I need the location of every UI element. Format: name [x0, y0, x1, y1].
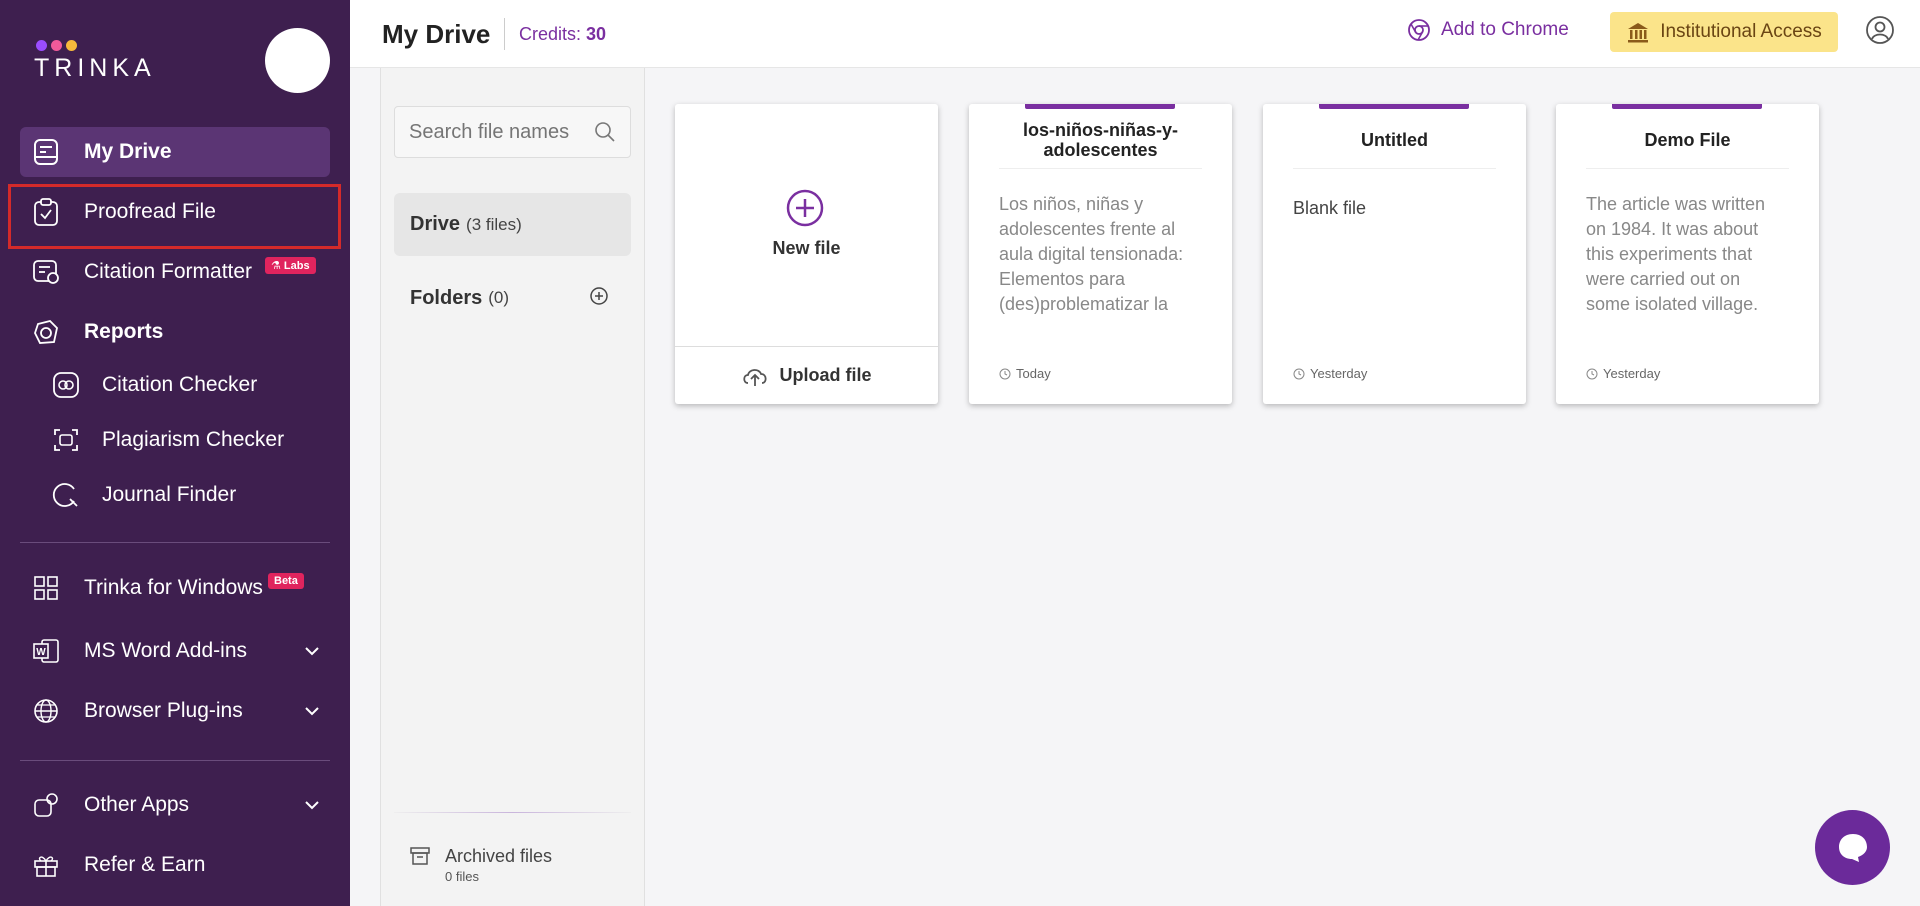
archived-files[interactable]: Archived files 0 files: [409, 846, 552, 884]
file-date: Today: [999, 366, 1051, 381]
file-preview: Los niños, niñas y adolescentes frente a…: [999, 194, 1184, 314]
citation-formatter-icon: [30, 256, 62, 288]
sidebar-item-journal-finder[interactable]: Journal Finder: [40, 470, 330, 520]
file-preview: Blank file: [1293, 198, 1367, 218]
sidebar: TRINKA My Drive Proofread File Citation …: [0, 0, 350, 906]
card-accent: [1319, 104, 1469, 109]
sidebar-item-label: Plagiarism Checker: [102, 428, 285, 451]
card-accent: [1025, 104, 1175, 109]
journal-finder-icon: [50, 479, 82, 511]
add-file-icon[interactable]: [785, 188, 825, 233]
clock-icon: [1586, 368, 1598, 379]
sidebar-item-citation-checker[interactable]: Citation Checker: [40, 360, 330, 410]
profile-icon[interactable]: [1865, 15, 1895, 50]
card-accent: [1612, 104, 1762, 109]
file-card[interactable]: Demo File The article was written on 198…: [1556, 104, 1819, 404]
chevron-down-icon[interactable]: [304, 797, 320, 813]
new-file-card: New file Upload file: [675, 104, 938, 404]
upload-file-button[interactable]: Upload file: [675, 346, 938, 404]
file-title: Untitled: [1361, 130, 1428, 150]
sidebar-item-label: MS Word Add-ins: [84, 639, 248, 662]
chat-icon: [1838, 833, 1867, 862]
sidebar-item-label: Reports: [84, 320, 164, 343]
new-file-button[interactable]: New file: [675, 238, 938, 259]
sidebar-item-label: Journal Finder: [102, 483, 237, 506]
sidebar-item-refer-earn[interactable]: Refer & Earn: [20, 840, 330, 890]
word-icon: W: [30, 635, 62, 667]
drive-folder[interactable]: Drive (3 files): [394, 193, 631, 256]
plagiarism-icon: [50, 424, 82, 456]
sidebar-item-ms-word-addins[interactable]: W MS Word Add-ins: [20, 626, 330, 676]
search-box: [394, 106, 631, 158]
sidebar-item-plagiarism-checker[interactable]: Plagiarism Checker: [40, 415, 330, 465]
cloud-upload-icon: [743, 368, 768, 386]
file-preview: The article was written on 1984. It was …: [1586, 194, 1766, 314]
file-card[interactable]: Untitled Blank file Yesterday: [1263, 104, 1526, 404]
file-date: Yesterday: [1586, 366, 1660, 381]
citation-checker-icon: [50, 369, 82, 401]
labs-badge: ⚗ Labs: [265, 257, 316, 274]
file-title: Demo File: [1644, 130, 1731, 150]
selection-highlight: [8, 184, 341, 249]
trinka-logo[interactable]: TRINKA: [34, 40, 156, 83]
sidebar-item-browser-plugins[interactable]: Browser Plug-ins: [20, 686, 330, 736]
sidebar-item-label: Trinka for Windows: [84, 576, 263, 599]
file-title: los-niños-niñas-y-adolescentes: [1022, 120, 1178, 160]
chat-button[interactable]: [1815, 810, 1890, 885]
globe-icon: [30, 695, 62, 727]
windows-icon: [30, 572, 62, 604]
file-card[interactable]: los-niños-niñas-y-adolescentes Los niños…: [969, 104, 1232, 404]
sidebar-item-label: Refer & Earn: [84, 853, 206, 876]
sidebar-item-reports[interactable]: Reports: [20, 307, 330, 357]
clock-icon: [999, 368, 1011, 379]
sidebar-divider: [20, 542, 330, 543]
file-date: Yesterday: [1293, 366, 1367, 381]
top-bar: My Drive Credits: 30 Add to Chrome Insti…: [350, 0, 1920, 68]
credits-display: Credits: 30: [519, 24, 607, 44]
search-input[interactable]: [409, 120, 594, 144]
sidebar-divider: [20, 760, 330, 761]
drive-icon: [30, 136, 62, 168]
drive-panel: Drive (3 files) Folders (0) Archived fil…: [380, 68, 645, 906]
reports-icon: [30, 316, 62, 348]
sidebar-item-label: Citation Checker: [102, 373, 258, 396]
sidebar-item-my-drive[interactable]: My Drive: [20, 127, 330, 177]
chrome-icon: [1408, 19, 1430, 41]
apps-icon: [30, 789, 62, 821]
folders-row[interactable]: Folders (0): [394, 273, 631, 323]
avatar[interactable]: [265, 28, 330, 93]
svg-text:W: W: [36, 647, 46, 658]
title-divider: [504, 18, 505, 50]
institution-icon: [1628, 23, 1649, 43]
sidebar-item-label: My Drive: [84, 140, 172, 163]
page-title: My Drive: [382, 19, 491, 49]
gift-icon: [30, 849, 62, 881]
panel-divider: [394, 812, 631, 813]
sidebar-item-label: Citation Formatter: [84, 260, 253, 283]
sidebar-item-label: Other Apps: [84, 793, 190, 816]
search-icon[interactable]: [594, 121, 616, 143]
sidebar-item-other-apps[interactable]: Other Apps: [20, 780, 330, 830]
add-folder-icon[interactable]: [589, 286, 609, 312]
chevron-down-icon[interactable]: [304, 703, 320, 719]
institutional-access-button[interactable]: Institutional Access: [1610, 12, 1838, 52]
clock-icon: [1293, 368, 1305, 379]
chevron-down-icon[interactable]: [304, 643, 320, 659]
add-to-chrome-button[interactable]: Add to Chrome: [1407, 18, 1569, 42]
sidebar-item-label: Browser Plug-ins: [84, 699, 243, 722]
beta-badge: Beta: [268, 573, 304, 589]
archive-icon: [410, 847, 430, 865]
